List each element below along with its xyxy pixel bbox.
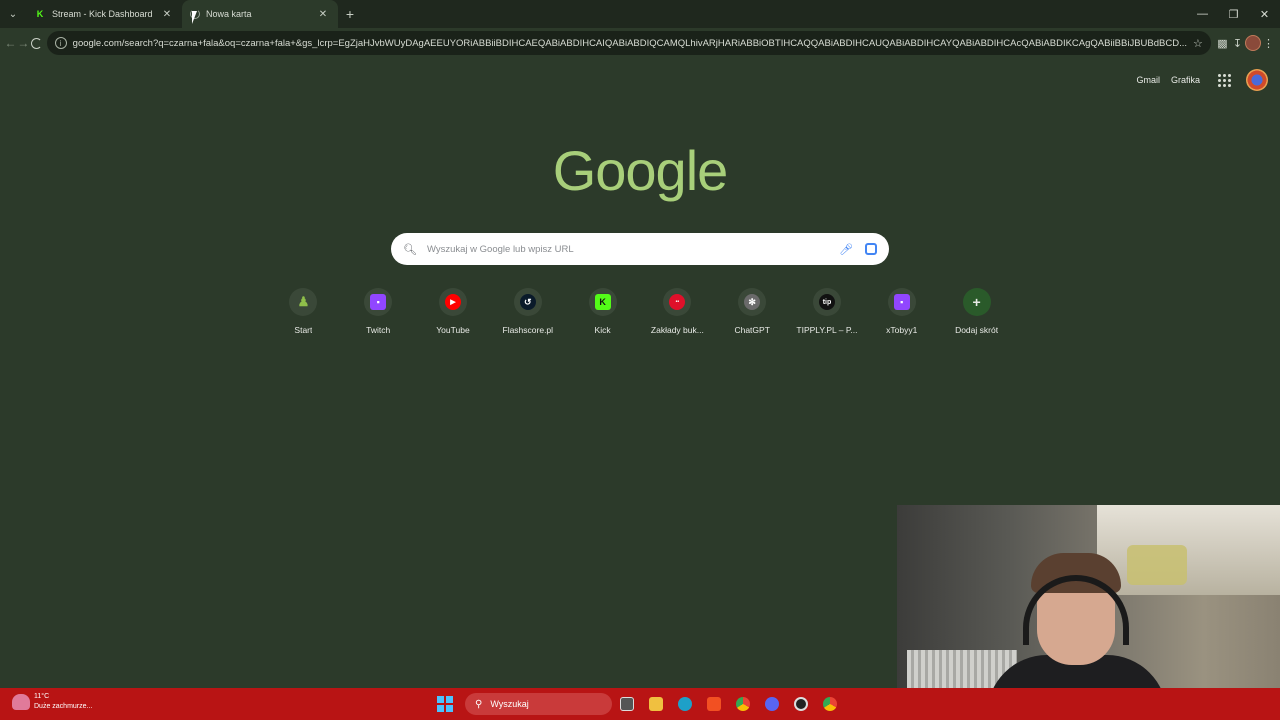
restore-icon[interactable]: ❐ [1218,0,1249,28]
menu-kebab-icon[interactable]: ⋮ [1261,31,1276,55]
gmail-link[interactable]: Gmail [1136,75,1160,85]
shortcut-label: YouTube [436,325,470,335]
taskbar-search-label: Wyszukaj [490,699,529,709]
avatar [1244,35,1261,51]
ntp-top-links: Gmail Grafika [1125,68,1268,92]
shortcut-label: Flashscore.pl [502,325,554,335]
shortcut-label: Dodaj skrót [955,325,999,335]
shortcut-label: xTobyy1 [886,325,918,335]
search-icon: ⚲ [475,698,483,710]
chatgpt-icon: ✻ [744,294,761,310]
google-logo: Google [552,139,729,202]
close-tab-icon[interactable]: ✕ [316,9,330,20]
forward-arrow-icon[interactable]: → [17,31,30,55]
google-lens-icon[interactable] [865,243,877,255]
task-view-icon[interactable] [612,691,641,717]
shortcut-tipply[interactable]: tip TIPPLY.PL – P... [790,288,865,335]
site-info-icon[interactable]: i [54,37,67,49]
shortcut-add[interactable]: + Dodaj skrót [939,288,1014,335]
shortcut-youtube[interactable]: ▶ YouTube [416,288,491,335]
browser-toolbar: ← → i google.com/search?q=czarna+fala&oq… [0,28,1280,58]
search-input[interactable] [426,243,834,255]
microphone-icon[interactable]: 🎤︎ [839,243,853,256]
minimize-icon[interactable]: — [1187,0,1218,28]
edge-icon[interactable] [670,691,699,717]
google-apps-icon[interactable] [1212,68,1236,92]
extensions-icon[interactable]: ▩ [1215,31,1230,55]
kick-icon: K [36,9,44,19]
file-explorer-icon[interactable] [641,691,670,717]
weather-widget[interactable]: 11°C Duże zachmurze... [12,692,92,712]
shortcut-kick[interactable]: K Kick [565,288,640,335]
shortcut-flashscore[interactable]: ↺ Flashscore.pl [490,288,565,335]
twitch-icon: ▪ [893,294,910,310]
loading-spinner-icon [30,37,42,49]
close-window-icon[interactable]: ✕ [1249,0,1280,28]
shortcut-start[interactable]: ♟ Start [266,288,341,335]
tab-search-chevron-icon[interactable]: ⌄ [0,0,26,28]
close-tab-icon[interactable]: ✕ [160,9,174,20]
search-box[interactable]: 🔍︎ 🎤︎ [391,233,889,265]
back-arrow-icon[interactable]: ← [4,31,17,55]
profile-avatar[interactable] [1244,31,1261,55]
shortcut-twitch[interactable]: ▪ Twitch [341,288,416,335]
plus-icon: + [972,294,981,310]
tab-kick-dashboard[interactable]: K Stream - Kick Dashboard ✕ [26,0,182,28]
new-tab-button[interactable]: + [338,0,362,28]
bookmark-star-icon[interactable]: ☆ [1193,37,1203,50]
shortcut-label: Start [294,325,313,335]
images-link[interactable]: Grafika [1171,75,1200,85]
shortcut-betting[interactable]: •• Zakłady buk... [640,288,715,335]
shortcut-chatgpt[interactable]: ✻ ChatGPT [715,288,790,335]
shortcut-xtobyy1[interactable]: ▪ xTobyy1 [864,288,939,335]
kick-icon: K [594,294,611,310]
windows-start-icon[interactable] [437,696,453,712]
tab-title: Stream - Kick Dashboard [52,9,153,19]
weather-temp: 11°C [34,693,50,700]
shortcut-label: ChatGPT [734,325,770,335]
cloud-icon [12,694,30,710]
taskbar-search[interactable]: ⚲ Wyszukaj [465,693,612,715]
chrome-icon[interactable] [728,691,757,717]
discord-icon[interactable] [757,691,786,717]
tab-new-tab[interactable]: Nowa karta ✕ [182,0,338,28]
twitch-icon: ▪ [370,294,387,310]
shortcut-label: Zakłady buk... [650,325,704,335]
taskbar: 11°C Duże zachmurze... ⚲ Wyszukaj [0,688,1280,720]
tipply-icon: tip [818,294,835,310]
chrome-icon[interactable] [815,691,844,717]
taskbar-center: ⚲ Wyszukaj [437,691,844,717]
shortcut-label: Twitch [366,325,391,335]
weather-desc: Duże zachmurze... [34,703,93,710]
chess-pawn-icon: ♟ [295,294,312,310]
youtube-icon: ▶ [444,294,461,310]
betting-icon: •• [669,294,686,310]
download-icon[interactable]: ↧ [1230,31,1245,55]
shortcut-label: Kick [594,325,611,335]
shortcut-label: TIPPLY.PL – P... [796,325,858,335]
flashscore-icon: ↺ [519,294,536,310]
stop-loading-button[interactable] [30,31,43,55]
window-controls: — ❐ ✕ [1187,0,1280,28]
address-bar[interactable]: i google.com/search?q=czarna+fala&oq=cza… [46,31,1211,55]
tab-title: Nowa karta [206,9,252,19]
address-url[interactable]: google.com/search?q=czarna+fala&oq=czarn… [73,38,1187,49]
shortcut-tiles: ♟ Start ▪ Twitch ▶ YouTube ↺ Flashscore.… [266,288,1014,335]
account-avatar[interactable] [1246,69,1268,91]
search-icon: 🔍︎ [403,243,417,256]
obs-icon[interactable] [786,691,815,717]
microsoft-store-icon[interactable] [699,691,728,717]
mouse-cursor-icon [192,11,202,24]
